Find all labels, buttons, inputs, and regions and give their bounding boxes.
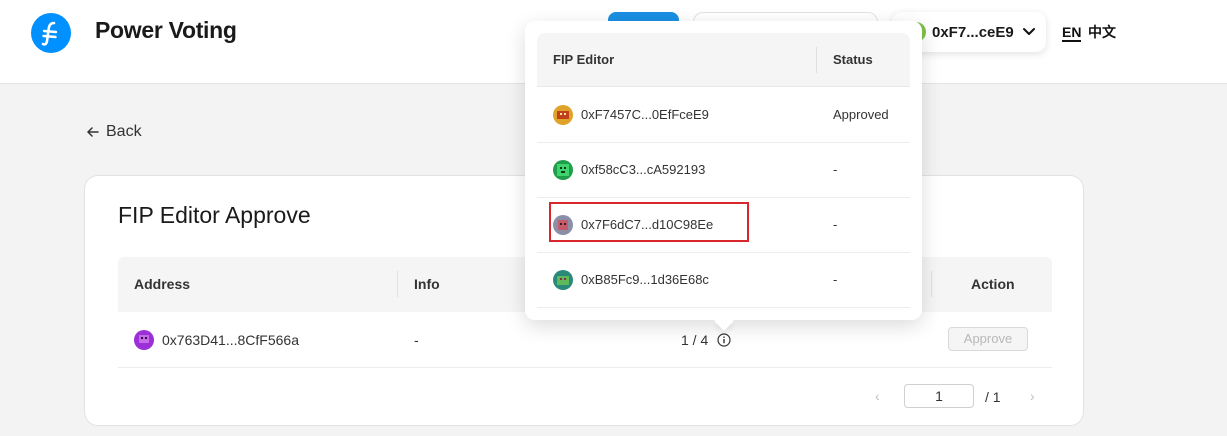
row-info: - (414, 332, 419, 348)
editor-status: Approved (833, 107, 889, 122)
editor-status: - (833, 217, 838, 232)
back-label: Back (106, 123, 142, 140)
pagination-total: / 1 (985, 389, 1001, 405)
pagination-prev-icon[interactable]: ‹ (875, 388, 880, 404)
column-header-status: Status (833, 52, 873, 67)
avatar (134, 330, 154, 350)
pagination-page-input[interactable]: 1 (904, 384, 974, 408)
editor-status: - (833, 272, 838, 287)
list-item: 0xf58cC3...cA592193 - (537, 143, 910, 198)
list-item: 0xF7457C...0EfFceE9 Approved (537, 88, 910, 143)
back-button[interactable]: Back (86, 123, 142, 141)
avatar (553, 270, 573, 290)
column-divider (816, 47, 817, 73)
column-header-action: Action (971, 276, 1015, 292)
avatar (553, 105, 573, 125)
arrow-left-icon (87, 127, 99, 137)
fip-editor-popover: FIP Editor Status 0xF7457C...0EfFceE9 Ap… (525, 21, 922, 331)
table-row: 0x763D41...8CfF566a - 1 / 4 Approve (118, 312, 1052, 368)
wallet-address: 0xF7...ceE9 (932, 24, 1014, 41)
editor-address[interactable]: 0x7F6dC7...d10C98Ee (581, 217, 713, 232)
column-header-fip-editor: FIP Editor (553, 52, 615, 67)
info-icon[interactable] (717, 333, 731, 347)
editor-address[interactable]: 0xB85Fc9...1d36E68c (581, 272, 709, 287)
column-header-info: Info (414, 276, 440, 292)
chevron-down-icon (1023, 28, 1035, 35)
editor-address[interactable]: 0xf58cC3...cA592193 (581, 162, 705, 177)
pagination-next-icon[interactable]: › (1030, 388, 1035, 404)
column-header-address: Address (134, 276, 191, 292)
column-divider (397, 271, 398, 297)
editor-status: - (833, 162, 838, 177)
list-item: 0x7F6dC7...d10C98Ee - (537, 198, 910, 253)
approval-count: 1 / 4 (681, 332, 709, 348)
app-title: Power Voting (95, 17, 237, 43)
row-address[interactable]: 0x763D41...8CfF566a (162, 332, 299, 348)
approve-button[interactable]: Approve (948, 327, 1028, 351)
editor-address[interactable]: 0xF7457C...0EfFceE9 (581, 107, 709, 122)
language-en-toggle[interactable]: EN (1062, 24, 1082, 42)
filecoin-logo-icon[interactable] (31, 13, 71, 53)
avatar (553, 160, 573, 180)
page-title: FIP Editor Approve (118, 202, 311, 228)
list-item: 0xB85Fc9...1d36E68c - (537, 253, 910, 308)
column-divider (931, 271, 932, 297)
avatar (553, 215, 573, 235)
popover-table-header: FIP Editor Status (537, 33, 910, 87)
language-zh-toggle[interactable]: 中文 (1088, 24, 1116, 40)
